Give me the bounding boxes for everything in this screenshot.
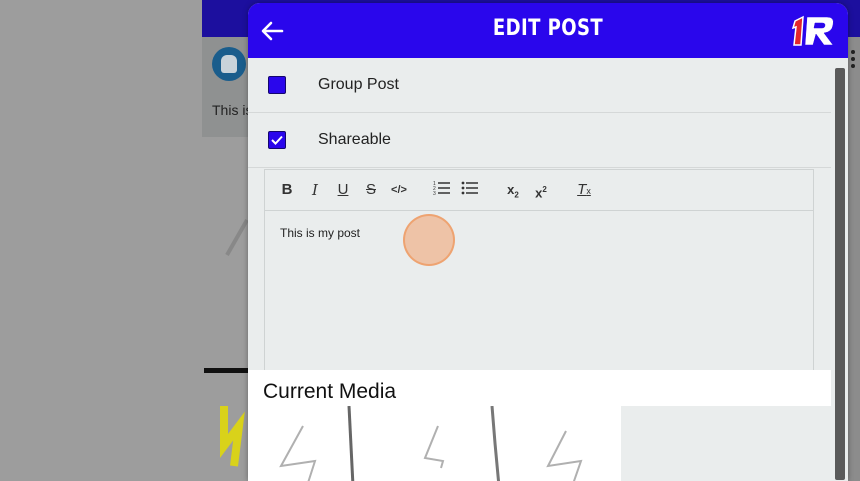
code-icon[interactable]: </>	[388, 180, 410, 200]
modal-scrollbar[interactable]	[831, 58, 848, 481]
rich-text-editor: B I U S </> 123 x2 x2 Tx This is my post	[264, 169, 814, 371]
superscript-icon[interactable]: x2	[530, 180, 552, 200]
shareable-option[interactable]: Shareable	[248, 113, 831, 168]
background-post-text: This is	[212, 102, 253, 118]
edit-post-modal: EDIT POST Group Post Shareable B I U S <…	[248, 3, 848, 481]
current-media-section: Current Media	[248, 370, 831, 481]
italic-icon[interactable]: I	[304, 180, 326, 200]
editor-content[interactable]: This is my post	[280, 226, 360, 240]
current-media-heading: Current Media	[263, 380, 397, 403]
svg-text:3: 3	[433, 191, 436, 196]
shareable-label: Shareable	[318, 131, 391, 148]
group-post-checkbox[interactable]	[268, 76, 286, 94]
group-post-option[interactable]: Group Post	[248, 58, 831, 113]
ordered-list-icon[interactable]: 123	[431, 180, 453, 200]
page-title: EDIT POST	[492, 16, 604, 41]
app-logo	[791, 15, 834, 46]
media-thumbnail[interactable]	[263, 406, 621, 481]
bold-icon[interactable]: B	[276, 180, 298, 200]
clear-format-icon[interactable]: Tx	[573, 180, 595, 200]
background-right-strip	[848, 37, 860, 481]
modal-header: EDIT POST	[248, 3, 848, 58]
subscript-icon[interactable]: x2	[502, 180, 524, 200]
strikethrough-icon[interactable]: S	[360, 180, 382, 200]
media-placeholder	[621, 406, 831, 481]
bullet-list-icon[interactable]	[459, 180, 481, 200]
background-avatar	[212, 47, 246, 81]
group-post-label: Group Post	[318, 76, 399, 93]
touch-indicator	[403, 214, 455, 266]
underline-icon[interactable]: U	[332, 180, 354, 200]
checkmark-icon	[271, 135, 283, 145]
more-options-icon[interactable]	[851, 50, 857, 71]
back-arrow-icon[interactable]	[256, 15, 288, 47]
scrollbar-thumb[interactable]	[835, 68, 845, 480]
editor-toolbar: B I U S </> 123 x2 x2 Tx	[265, 170, 813, 211]
shareable-checkbox[interactable]	[268, 131, 286, 149]
